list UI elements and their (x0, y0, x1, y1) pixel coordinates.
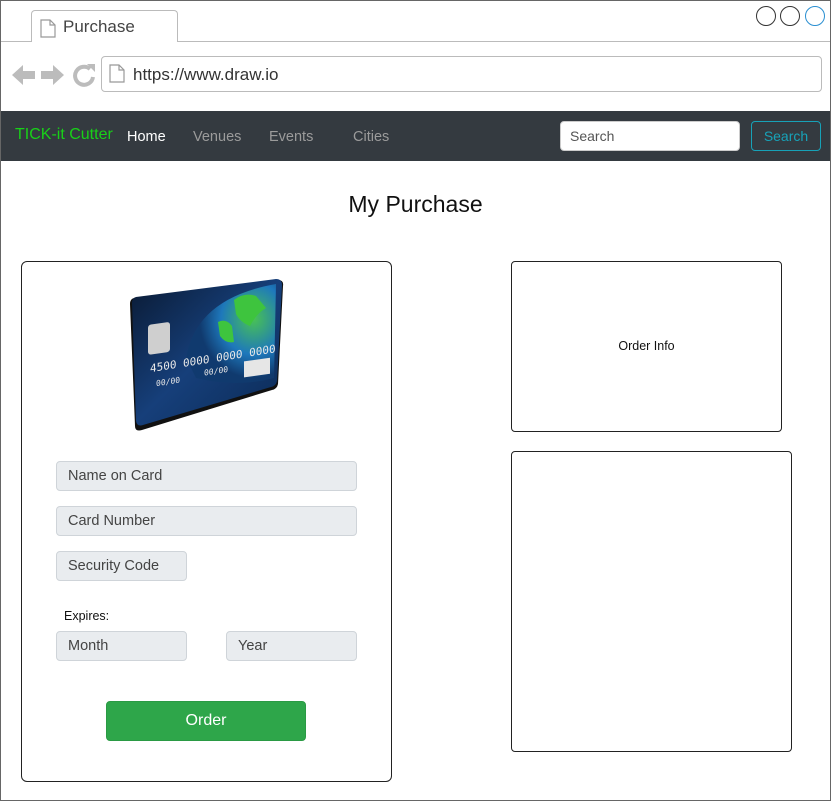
window-minimize-button[interactable] (780, 6, 800, 26)
month-field[interactable]: Month (56, 631, 187, 661)
forward-arrow-icon[interactable] (41, 65, 64, 85)
browser-window: Purchase https://www.draw.io TICK-it Cut… (0, 0, 831, 801)
card-number-field[interactable]: Card Number (56, 506, 357, 536)
payment-form-panel: 4500 0000 0000 0000 00/00 00/00 Name on … (21, 261, 392, 782)
document-icon (40, 19, 56, 43)
security-code-field[interactable]: Security Code (56, 551, 187, 581)
order-button[interactable]: Order (106, 701, 306, 741)
tab-bar: Purchase (1, 1, 830, 42)
order-info-panel: Order Info (511, 261, 782, 432)
navigation-buttons (11, 63, 97, 92)
credit-card-image: 4500 0000 0000 0000 00/00 00/00 (126, 278, 286, 439)
name-on-card-field[interactable]: Name on Card (56, 461, 357, 491)
page-title: My Purchase (348, 191, 483, 217)
tab-title: Purchase (63, 17, 135, 36)
year-field[interactable]: Year (226, 631, 357, 661)
window-close-button[interactable] (756, 6, 776, 26)
brand-logo[interactable]: TICK-it Cutter (15, 126, 113, 144)
order-info-label: Order Info (618, 339, 675, 353)
details-panel (511, 451, 792, 752)
back-arrow-icon[interactable] (12, 65, 35, 85)
site-navbar: TICK-it Cutter Home Venues Events Cities… (1, 111, 830, 161)
url-text: https://www.draw.io (133, 65, 279, 84)
nav-link-events[interactable]: Events (269, 129, 313, 145)
url-field[interactable]: https://www.draw.io (101, 56, 822, 92)
search-button[interactable]: Search (751, 121, 821, 151)
reload-icon[interactable] (73, 64, 95, 87)
expires-label: Expires: (64, 609, 110, 623)
document-icon (109, 64, 125, 88)
nav-link-cities[interactable]: Cities (353, 129, 389, 145)
nav-link-home[interactable]: Home (127, 129, 166, 145)
search-input[interactable]: Search (560, 121, 740, 151)
browser-tab[interactable]: Purchase (31, 10, 178, 42)
window-maximize-button[interactable] (805, 6, 825, 26)
nav-link-venues[interactable]: Venues (193, 129, 241, 145)
